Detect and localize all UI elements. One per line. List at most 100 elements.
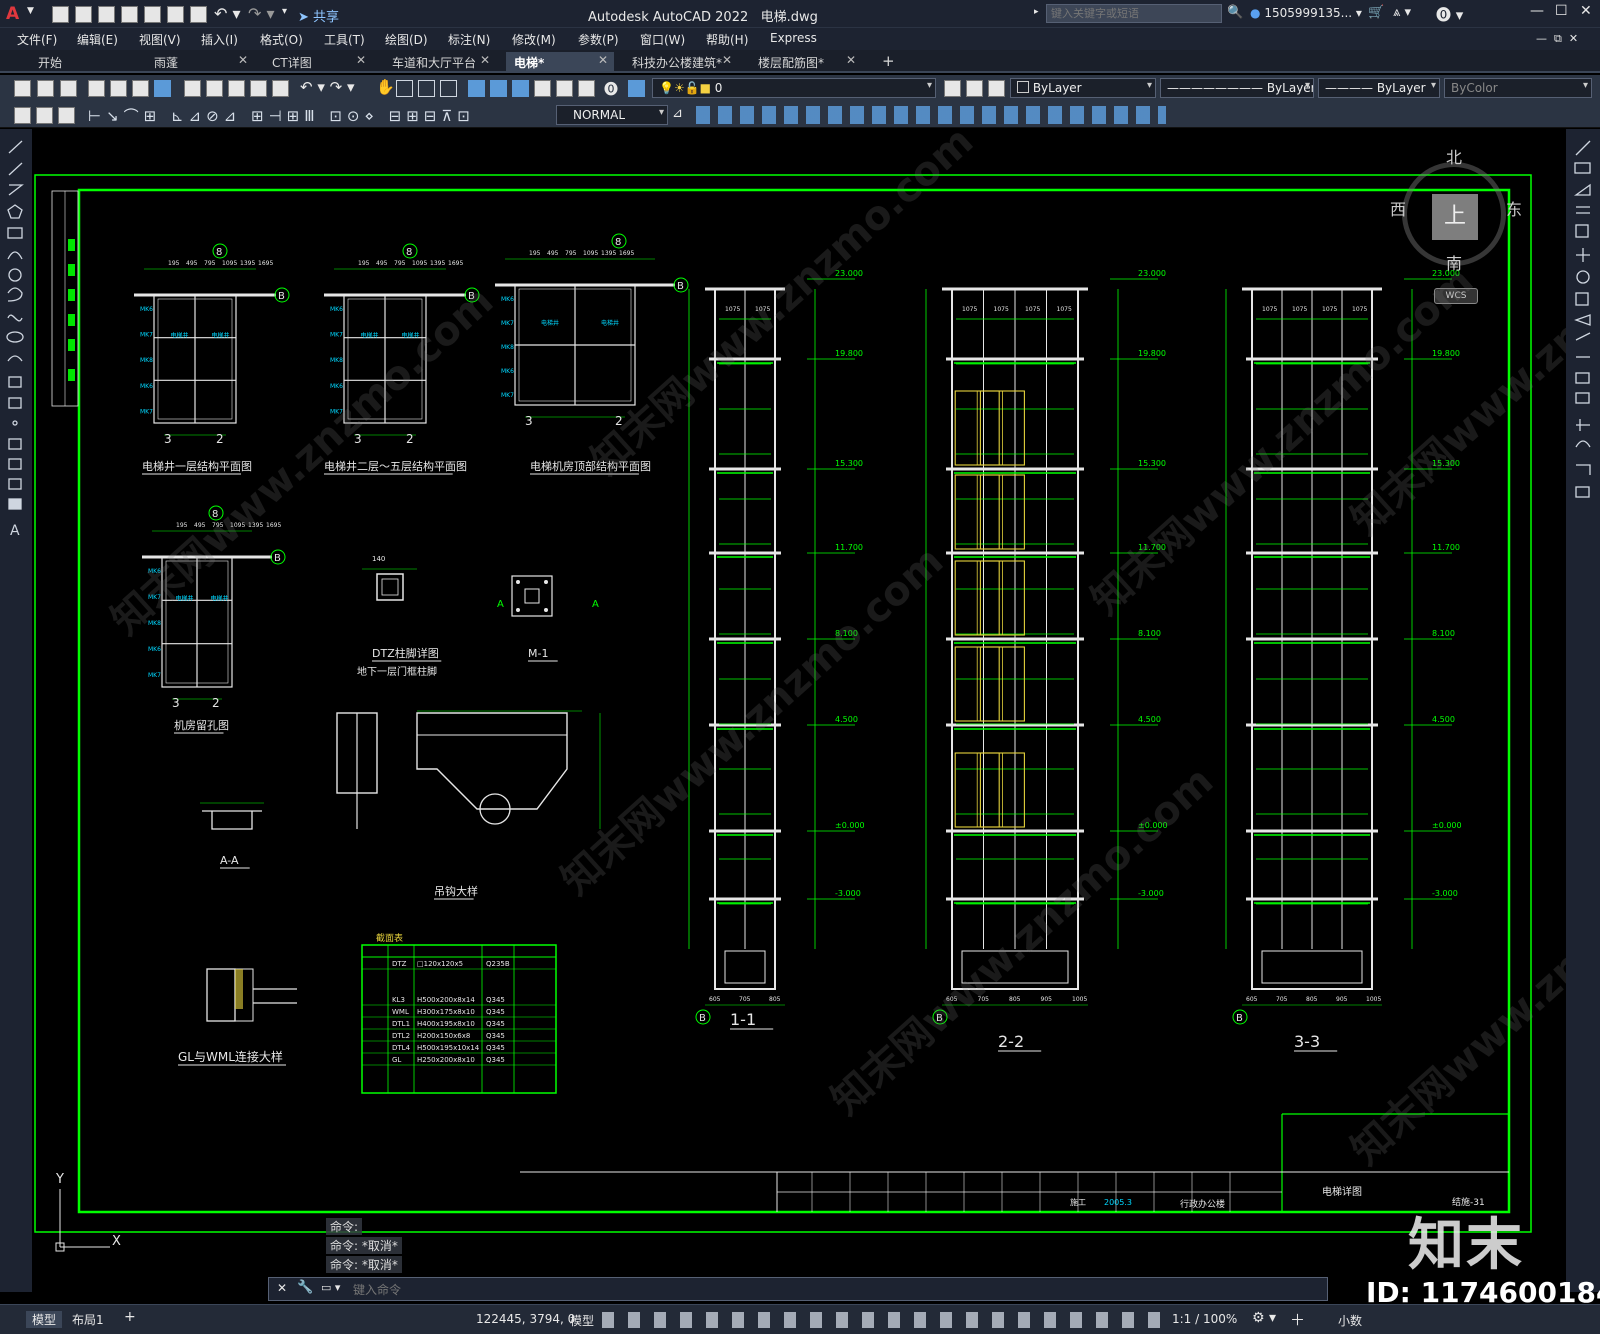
color-dropdown[interactable]: ByLayer ▾ — [1010, 78, 1156, 98]
new-icon[interactable] — [52, 6, 69, 23]
plus-icon[interactable]: ＋ — [1290, 1309, 1305, 1330]
close-button[interactable]: ✕ — [1580, 3, 1592, 19]
model-space-button[interactable]: 模型 — [570, 1312, 594, 1329]
drawing-canvas[interactable]: B 8 195 495 795 1095 1395 1695 MK6 MK7 MK8 MK6 MK7 电梯… — [32, 129, 1566, 1292]
minimize-button[interactable]: — — [1530, 3, 1544, 19]
zoom-realtime-icon[interactable] — [396, 80, 413, 97]
print-icon[interactable] — [88, 80, 105, 97]
preview-icon[interactable] — [110, 80, 127, 97]
menu-format[interactable]: 格式(O) — [260, 31, 303, 48]
new-layout-button[interactable]: + — [124, 1309, 136, 1325]
dim-tools-icons[interactable]: ⊢↘⌒⊞ ⊾⊿⊘⊿ ⊞⊣⊞Ⅲ ⊡⊙⋄ ⊟⊞⊟⊼⊡ — [88, 105, 475, 126]
layer-props-icon[interactable] — [628, 80, 645, 97]
tab-elevator[interactable]: 电梯* ✕ — [506, 52, 614, 73]
undo-icon[interactable]: ↶ ▾ — [214, 4, 241, 23]
open-icon[interactable] — [75, 6, 92, 23]
customize-icon[interactable]: 🔧 — [297, 1280, 313, 1295]
help-icon[interactable]: ⓿ ▾ — [1436, 4, 1463, 25]
user-button[interactable]: ● 1505999135... ▾ — [1250, 6, 1362, 20]
qat-dropdown-icon[interactable]: ▾ — [282, 6, 287, 17]
layer-dropdown[interactable]: 💡☀🔓■ 0 ▾ — [652, 78, 936, 98]
viewcube-face[interactable]: 上 — [1432, 194, 1478, 240]
help-tool-icon[interactable]: ⓿ — [604, 79, 618, 99]
close-icon[interactable]: ✕ — [480, 53, 490, 67]
tab-start[interactable]: 开始 — [30, 52, 140, 73]
menu-express[interactable]: Express — [770, 31, 817, 45]
compass-north[interactable]: 北 — [1446, 144, 1462, 168]
save-file-icon[interactable] — [60, 80, 77, 97]
menu-file[interactable]: 文件(F) — [17, 31, 57, 48]
dimstyle-dropdown[interactable]: NORMAL ▾ — [556, 105, 668, 125]
3dprint-icon[interactable] — [154, 80, 171, 97]
doc-window-controls[interactable]: — ⧉ ✕ — [1536, 32, 1578, 46]
status-toggle-icons[interactable] — [602, 1312, 1162, 1328]
recent-commands-icon[interactable]: ▭ ▾ — [321, 1281, 340, 1294]
calc-icon[interactable] — [578, 80, 595, 97]
close-icon[interactable]: ✕ — [356, 53, 366, 67]
tab-yupeng[interactable]: 雨蓬 ✕ — [146, 52, 254, 73]
menu-help[interactable]: 帮助(H) — [706, 31, 748, 48]
units-button[interactable]: 小数 — [1338, 1312, 1362, 1329]
cart-icon[interactable]: 🛒 — [1368, 5, 1384, 20]
sheetset-icon[interactable] — [534, 80, 551, 97]
save-web-icon[interactable] — [167, 6, 184, 23]
dim-update-icon[interactable]: ⊿ — [672, 106, 683, 121]
menu-insert[interactable]: 插入(I) — [201, 31, 238, 48]
compass-west[interactable]: 西 — [1390, 196, 1406, 220]
new-tab-button[interactable]: + — [874, 52, 898, 73]
tab-office[interactable]: 科技办公楼建筑* ✕ — [624, 52, 738, 73]
paste-icon[interactable] — [228, 80, 245, 97]
menu-modify[interactable]: 修改(M) — [512, 31, 556, 48]
menu-parametric[interactable]: 参数(P) — [578, 31, 619, 48]
zoom-previous-icon[interactable] — [440, 80, 457, 97]
tab-driveway[interactable]: 车道和大厅平台 ✕ — [384, 52, 496, 73]
layout-tab-model[interactable]: 模型 — [26, 1311, 63, 1328]
saveas-icon[interactable] — [121, 6, 138, 23]
tool-icon-2[interactable] — [36, 107, 53, 124]
menu-window[interactable]: 窗口(W) — [640, 31, 685, 48]
layer-previous-icon[interactable] — [966, 80, 983, 97]
modify-tools-icons[interactable] — [696, 106, 1166, 124]
block-editor-icon[interactable] — [272, 80, 289, 97]
search-icon[interactable]: 🔍 — [1227, 5, 1243, 20]
close-icon[interactable]: ✕ — [238, 53, 248, 67]
layer-match-icon[interactable] — [988, 80, 1005, 97]
zoom-window-icon[interactable] — [418, 80, 435, 97]
open-file-icon[interactable] — [37, 80, 54, 97]
coordinates-readout[interactable]: 122445, 3794, 0 — [476, 1312, 575, 1326]
annotation-scale[interactable]: 1:1 / 100% — [1172, 1312, 1237, 1326]
open-web-icon[interactable] — [144, 6, 161, 23]
copy-icon[interactable] — [206, 80, 223, 97]
publish-icon[interactable] — [132, 80, 149, 97]
linetype-dropdown[interactable]: ———————— ByLayer ▾ — [1160, 78, 1314, 98]
search-input[interactable] — [1046, 4, 1222, 23]
compass-east[interactable]: 东 — [1506, 196, 1522, 220]
menu-tools[interactable]: 工具(T) — [324, 31, 365, 48]
tab-rebar[interactable]: 楼层配筋图* ✕ — [750, 52, 862, 73]
plot-icon[interactable] — [190, 6, 207, 23]
undo-tool-icon[interactable]: ↶ ▾ ↷ ▾ — [300, 78, 355, 96]
close-icon[interactable]: ✕ — [277, 1281, 287, 1295]
tool-icon-3[interactable] — [58, 107, 75, 124]
autodesk-a360-icon[interactable]: ⩓ ▾ — [1393, 5, 1411, 20]
draw-tools-icons[interactable]: A — [0, 133, 32, 553]
menu-draw[interactable]: 绘图(D) — [385, 31, 428, 48]
share-button[interactable]: ➤ 共享 — [298, 6, 339, 25]
close-icon[interactable]: ✕ — [846, 53, 856, 67]
qnew-icon[interactable] — [14, 80, 31, 97]
properties-icon[interactable] — [468, 80, 485, 97]
layout-tab-layout1[interactable]: 布局1 — [72, 1311, 104, 1328]
workspace-icon[interactable]: ⚙ ▾ — [1252, 1310, 1276, 1326]
plotstyle-dropdown[interactable]: ByColor ▾ — [1444, 78, 1592, 98]
close-icon[interactable]: ✕ — [722, 53, 732, 67]
markup-icon[interactable] — [556, 80, 573, 97]
redo-icon[interactable]: ↷ ▾ — [248, 4, 275, 23]
app-logo-icon[interactable]: A — [6, 4, 24, 24]
tool-palettes-icon[interactable] — [512, 80, 529, 97]
modify-tools-icons[interactable] — [1566, 135, 1600, 515]
app-menu-arrow-icon[interactable]: ▼ — [27, 6, 34, 16]
pan-icon[interactable]: ✋ — [376, 78, 395, 96]
command-input[interactable] — [351, 1280, 1315, 1300]
close-icon[interactable]: ✕ — [598, 53, 608, 67]
tool-icon-1[interactable] — [14, 107, 31, 124]
